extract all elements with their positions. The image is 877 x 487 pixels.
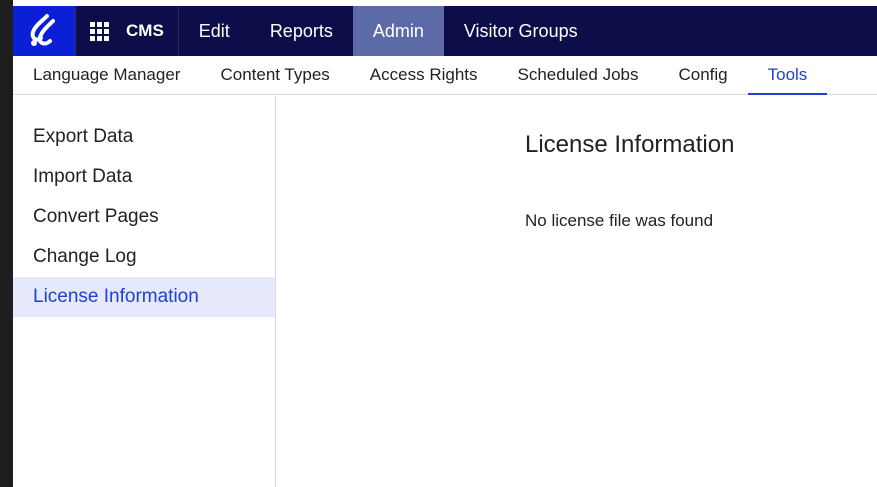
- product-name: CMS: [126, 21, 164, 40]
- tab-config[interactable]: Config: [658, 56, 747, 94]
- sidebar-item-import-data[interactable]: Import Data: [13, 157, 275, 197]
- top-nav-edit[interactable]: Edit: [179, 6, 250, 56]
- main-content: License Information No license file was …: [277, 96, 877, 487]
- sidebar-item-export-data[interactable]: Export Data: [13, 117, 275, 157]
- tab-content-types[interactable]: Content Types: [200, 56, 349, 94]
- tab-language-manager[interactable]: Language Manager: [13, 56, 200, 94]
- top-navigation: CMS Edit Reports Admin Visitor Groups: [13, 6, 877, 56]
- tab-access-rights[interactable]: Access Rights: [350, 56, 498, 94]
- optimizely-logo-icon: [30, 14, 55, 46]
- home-logo-button[interactable]: [13, 6, 76, 56]
- tools-sidebar: Export Data Import Data Convert Pages Ch…: [13, 96, 276, 487]
- top-nav-admin[interactable]: Admin: [352, 6, 444, 56]
- top-nav-reports[interactable]: Reports: [250, 6, 353, 56]
- tab-scheduled-jobs[interactable]: Scheduled Jobs: [498, 56, 659, 94]
- admin-sub-navigation: Language Manager Content Types Access Ri…: [13, 56, 877, 95]
- sidebar-item-change-log[interactable]: Change Log: [13, 237, 275, 277]
- cms-app: CMS Edit Reports Admin Visitor Groups La…: [13, 0, 877, 487]
- sidebar-item-convert-pages[interactable]: Convert Pages: [13, 197, 275, 237]
- sidebar-item-license-information[interactable]: License Information: [13, 277, 275, 317]
- grid-icon[interactable]: [90, 21, 109, 41]
- page-title: License Information: [525, 131, 735, 158]
- top-nav-visitor-groups[interactable]: Visitor Groups: [444, 6, 598, 56]
- tab-tools[interactable]: Tools: [747, 56, 828, 95]
- license-status-message: No license file was found: [525, 211, 714, 230]
- product-switcher[interactable]: CMS: [76, 6, 179, 56]
